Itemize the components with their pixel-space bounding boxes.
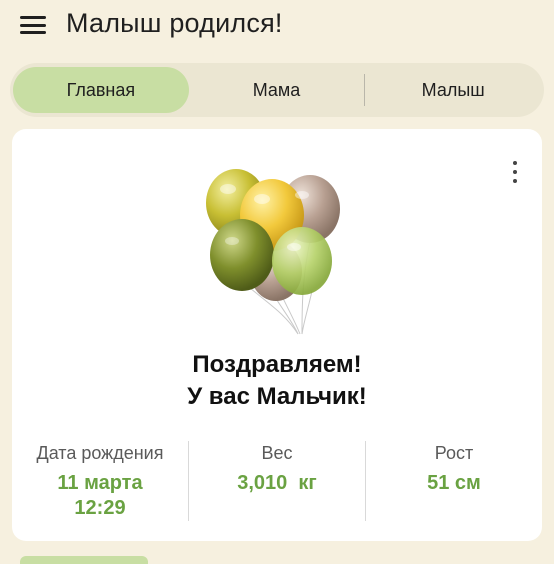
balloon-highlight xyxy=(287,243,301,251)
tab-bar: Главная Мама Малыш xyxy=(10,63,544,117)
balloon-highlight xyxy=(220,184,236,194)
stat-label: Вес xyxy=(261,443,293,463)
headline-line-1: Поздравляем! xyxy=(192,351,362,378)
balloon-lime xyxy=(272,227,332,295)
more-vert-icon[interactable] xyxy=(508,161,522,183)
congrats-headline: Поздравляем! У вас Мальчик! xyxy=(12,349,542,413)
stat-label: Рост xyxy=(434,443,474,463)
stat-height: Рост 51 см xyxy=(366,441,542,521)
stat-value: 51 см xyxy=(427,472,481,494)
balloons-illustration xyxy=(206,169,340,335)
app-bar: Малыш родился! xyxy=(0,0,554,56)
congrats-card: Поздравляем! У вас Мальчик! Дата рождени… xyxy=(12,129,542,541)
stat-value-date: 11 марта xyxy=(57,472,143,494)
app-title: Малыш родился! xyxy=(66,8,283,38)
balloon-highlight xyxy=(254,194,270,204)
stat-weight: Вес 3,010 кг xyxy=(189,441,365,521)
stat-value: 11 марта 12:29 xyxy=(12,471,188,521)
balloon-highlight xyxy=(225,237,239,245)
tab-baby[interactable]: Малыш xyxy=(365,67,541,113)
hamburger-icon[interactable] xyxy=(20,14,46,36)
balloon-highlight xyxy=(295,191,309,199)
stat-value-time: 12:29 xyxy=(74,497,126,519)
stat-value: 3,010 кг xyxy=(237,472,317,494)
balloon-olive xyxy=(210,219,274,291)
birth-stats: Дата рождения 11 марта 12:29 Вес 3,010 к… xyxy=(12,441,542,521)
tab-mom[interactable]: Мама xyxy=(189,67,365,113)
bottom-button-peek[interactable] xyxy=(20,556,148,564)
headline-line-2: У вас Мальчик! xyxy=(187,383,367,410)
tab-main[interactable]: Главная xyxy=(13,67,189,113)
stat-birth-date: Дата рождения 11 марта 12:29 xyxy=(12,441,188,521)
stat-label: Дата рождения xyxy=(36,443,164,463)
